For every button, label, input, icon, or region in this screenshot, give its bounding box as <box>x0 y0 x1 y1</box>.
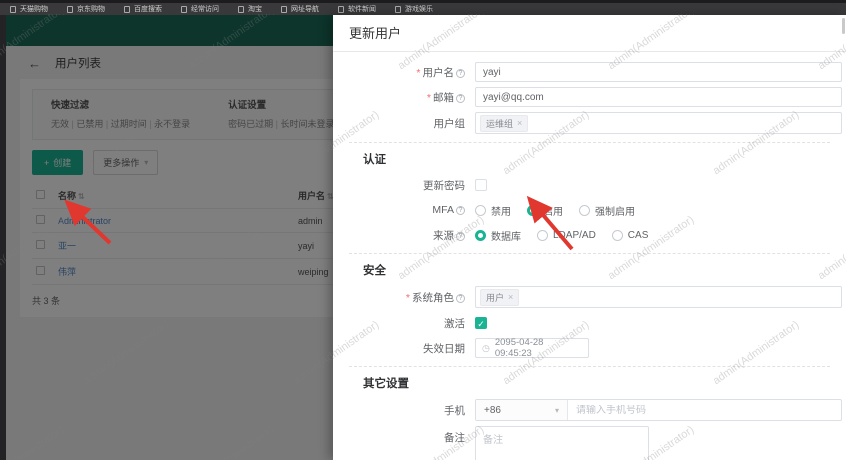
section-divider <box>349 366 830 367</box>
remove-tag-icon[interactable]: × <box>508 292 513 302</box>
active-checkbox[interactable]: ✓ <box>475 317 487 329</box>
clock-icon: ◷ <box>482 342 490 353</box>
radio-icon <box>475 229 486 241</box>
radio-icon <box>579 204 590 216</box>
page-icon <box>10 5 16 13</box>
bookmark-item[interactable]: 游戏娱乐 <box>395 4 433 14</box>
radio-icon <box>611 229 623 241</box>
bookmark-label: 网址导航 <box>291 6 319 13</box>
update-password-checkbox[interactable] <box>475 179 487 191</box>
phone-label: 手机 <box>444 404 465 417</box>
help-icon[interactable]: ? <box>456 231 465 241</box>
phone-number-input[interactable] <box>568 404 841 416</box>
mfa-radio-enable[interactable]: 启用 <box>527 203 563 218</box>
mfa-radio-force-enable[interactable]: 强制启用 <box>579 203 635 218</box>
role-tag: 用户 × <box>480 288 520 306</box>
help-icon[interactable]: ? <box>456 93 465 103</box>
other-settings-section-title: 其它设置 <box>363 378 409 390</box>
page-icon <box>281 5 287 13</box>
bookmark-label: 游戏娱乐 <box>405 6 433 13</box>
username-label: 用户名 <box>422 66 455 79</box>
bookmarks-bar: 天猫购物 京东购物 百度搜索 经常访问 淘宝 网址导航 软件新闻 游戏娱乐 <box>0 3 846 15</box>
bookmark-item[interactable]: 百度搜索 <box>124 4 162 14</box>
mfa-radio-disable[interactable]: 禁用 <box>475 203 511 218</box>
group-tag: 运维组 × <box>480 114 529 132</box>
bookmark-item[interactable]: 网址导航 <box>281 4 319 14</box>
bookmark-item[interactable]: 京东购物 <box>67 4 105 14</box>
page-icon <box>338 5 344 13</box>
help-icon[interactable]: ? <box>456 293 465 303</box>
bookmark-item[interactable]: 软件新闻 <box>338 4 376 14</box>
section-divider <box>349 142 830 143</box>
phone-field: +86 ▾ <box>475 399 842 421</box>
bookmark-label: 百度搜索 <box>134 6 162 13</box>
bookmark-item[interactable]: 淘宝 <box>238 4 262 14</box>
bookmark-label: 淘宝 <box>248 6 262 13</box>
page-icon <box>181 5 187 13</box>
bookmark-label: 经常访问 <box>191 6 219 13</box>
phone-country-code-select[interactable]: +86 ▾ <box>476 400 568 420</box>
bookmark-label: 天猫购物 <box>20 6 48 13</box>
update-password-label: 更新密码 <box>423 179 465 192</box>
expire-date-label: 失效日期 <box>423 342 465 355</box>
page-icon <box>395 5 401 13</box>
email-input[interactable] <box>475 87 842 107</box>
help-icon[interactable]: ? <box>456 68 465 78</box>
chevron-down-icon: ▾ <box>554 405 559 415</box>
system-roles-label: 系统角色 <box>412 291 454 304</box>
drawer-scrollbar[interactable] <box>842 18 845 34</box>
help-icon[interactable]: ? <box>456 206 465 215</box>
groups-label: 用户组 <box>433 117 466 130</box>
username-input[interactable] <box>475 62 842 82</box>
mfa-label: MFA <box>432 204 454 216</box>
bookmark-label: 软件新闻 <box>348 6 376 13</box>
source-radio-ldap[interactable]: LDAP/AD <box>537 229 596 241</box>
expire-date-input[interactable]: ◷ 2095-04-28 09:45:23 <box>475 337 589 359</box>
required-asterisk: * <box>426 91 431 104</box>
source-radio-database[interactable]: 数据库 <box>475 228 521 243</box>
drawer-title: 更新用户 <box>333 15 846 52</box>
remove-tag-icon[interactable]: × <box>517 118 522 128</box>
bookmark-item[interactable]: 天猫购物 <box>10 4 48 14</box>
user-list-page: ← 用户列表 快速过滤 无效已禁用过期时间永不登录 认证设置 密码已过期长时间未… <box>6 15 333 460</box>
page-icon <box>238 5 244 13</box>
email-label: 邮箱 <box>433 91 454 104</box>
bookmark-item[interactable]: 经常访问 <box>181 4 219 14</box>
required-asterisk: * <box>405 291 410 304</box>
bookmark-label: 京东购物 <box>77 6 105 13</box>
radio-icon <box>527 204 538 216</box>
update-user-drawer: 更新用户 *用户名? *邮箱? 用户组 运维组× 认证 更新密码 MFA? 禁用… <box>333 15 846 460</box>
system-roles-select[interactable]: 用户 × <box>475 286 842 308</box>
section-divider <box>349 253 830 254</box>
radio-icon <box>475 204 486 216</box>
page-icon <box>67 5 73 13</box>
source-label: 来源 <box>433 229 454 242</box>
drawer-overlay-mask[interactable] <box>6 15 333 460</box>
page-icon <box>124 5 130 13</box>
active-label: 激活 <box>444 317 465 330</box>
note-textarea[interactable] <box>475 426 649 460</box>
source-radio-cas[interactable]: CAS <box>611 229 648 241</box>
auth-section-title: 认证 <box>363 154 386 166</box>
radio-icon <box>537 229 548 241</box>
required-asterisk: * <box>416 66 421 79</box>
security-section-title: 安全 <box>363 265 386 277</box>
note-label: 备注 <box>444 432 465 444</box>
groups-select[interactable]: 运维组 × <box>475 112 842 134</box>
